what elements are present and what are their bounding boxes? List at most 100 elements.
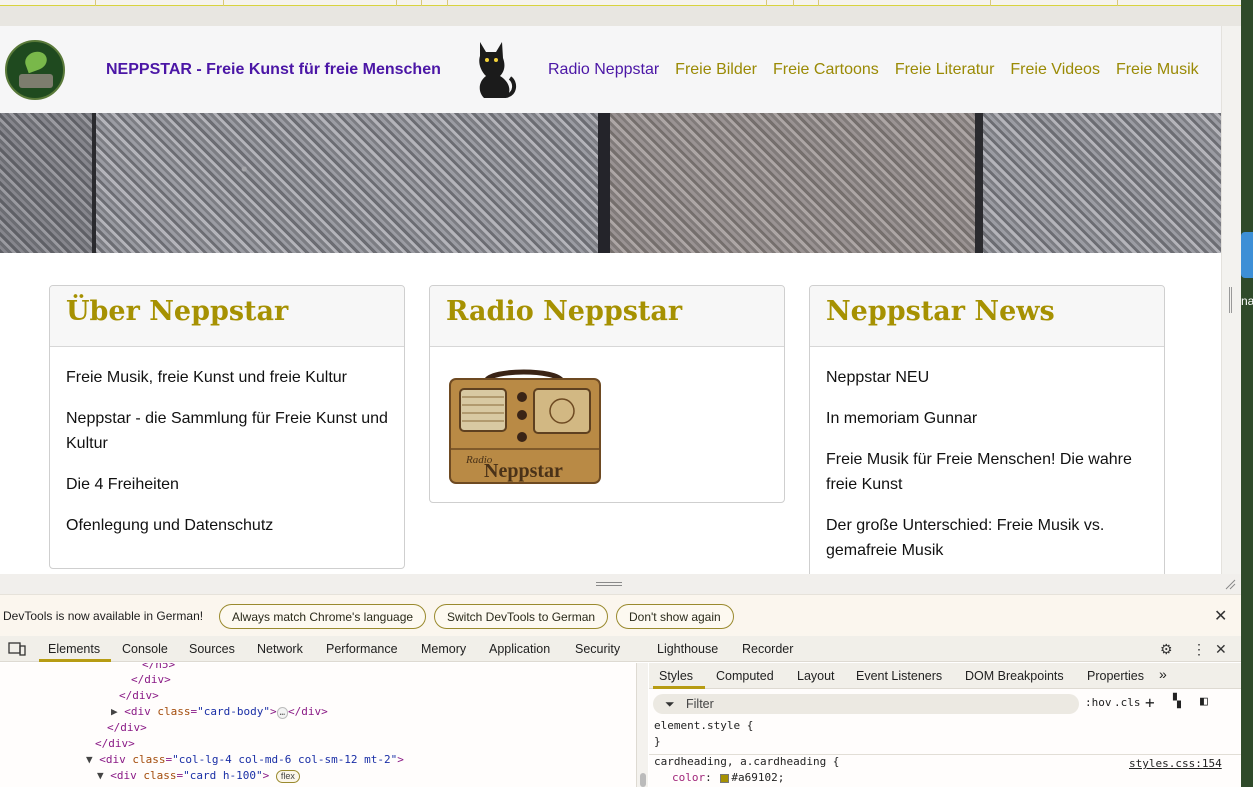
dom-tag: > (397, 753, 404, 766)
folder-icon[interactable] (1241, 232, 1253, 278)
tab-console[interactable]: Console (122, 642, 168, 656)
cls-toggle[interactable]: .cls (1114, 696, 1141, 709)
news-link[interactable]: Freie Musik für Freie Menschen! Die wahr… (826, 447, 1148, 497)
active-tab-indicator (653, 686, 705, 689)
hov-toggle[interactable]: :hov (1085, 696, 1112, 709)
dom-line[interactable]: </div> (119, 689, 159, 702)
nav-freie-literatur[interactable]: Freie Literatur (895, 61, 995, 79)
nav-freie-bilder[interactable]: Freie Bilder (675, 61, 757, 79)
collapse-arrow-icon[interactable]: ▼ (86, 753, 93, 766)
close-devtools-icon[interactable]: ✕ (1215, 641, 1227, 658)
desktop-label: na (1241, 294, 1253, 308)
css-value[interactable]: #a69102; (731, 771, 784, 784)
radio-base-icon (19, 74, 53, 88)
dont-show-again-button[interactable]: Don't show again (616, 604, 734, 629)
scroll-thumb[interactable] (640, 773, 646, 787)
news-link[interactable]: Neppstar NEU (826, 365, 1148, 390)
desktop-background: na (1241, 0, 1253, 787)
tab-sources[interactable]: Sources (189, 642, 235, 656)
stone-gap (598, 113, 610, 253)
dom-line[interactable]: ▼ <div class="card h-100"> flex (97, 769, 300, 783)
nav-radio-neppstar[interactable]: Radio Neppstar (548, 61, 659, 79)
card-heading[interactable]: Neppstar News (826, 296, 1148, 327)
dom-line[interactable]: </div> (107, 721, 147, 734)
paint-icon[interactable]: ▚ (1173, 694, 1181, 709)
tab-application[interactable]: Application (489, 642, 550, 656)
color-swatch[interactable] (720, 773, 730, 783)
tab-elements[interactable]: Elements (48, 642, 100, 656)
card-header: Radio Neppstar (430, 286, 784, 347)
switch-to-german-button[interactable]: Switch DevTools to German (434, 604, 609, 629)
card-link[interactable]: Freie Musik, freie Kunst und freie Kultu… (66, 365, 388, 390)
vintage-radio-image[interactable]: Radio Neppstar (446, 367, 601, 485)
always-match-language-button[interactable]: Always match Chrome's language (219, 604, 427, 629)
tab-separator (990, 0, 991, 6)
css-declaration[interactable]: color: #a69102; (672, 771, 784, 784)
nav-freie-videos[interactable]: Freie Videos (1010, 61, 1100, 79)
card-heading[interactable]: Über Neppstar (66, 296, 388, 327)
css-selector[interactable]: cardheading, a.cardheading { (654, 755, 839, 768)
radio-label-large: Neppstar (484, 460, 563, 482)
devtools-language-infobar: DevTools is now available in German! Alw… (0, 594, 1241, 636)
collapsed-ellipsis[interactable]: … (276, 707, 289, 719)
stone-block (610, 113, 980, 253)
tab-separator (1117, 0, 1118, 6)
close-icon[interactable]: ✕ (1214, 606, 1227, 626)
dom-tag: </h5> (142, 663, 176, 671)
card-link[interactable]: Ofenlegung und Datenschutz (66, 513, 388, 538)
tab-performance[interactable]: Performance (326, 642, 398, 656)
card-heading[interactable]: Radio Neppstar (446, 296, 768, 327)
card-link[interactable]: Die 4 Freiheiten (66, 472, 388, 497)
card-link[interactable]: Neppstar - die Sammlung für Freie Kunst … (66, 406, 388, 456)
new-rule-icon[interactable]: + (1145, 693, 1155, 712)
tab-dom-breakpoints[interactable]: DOM Breakpoints (965, 669, 1064, 683)
tab-strip-line (0, 0, 1253, 6)
stone-block (0, 113, 92, 253)
resize-corner-icon[interactable] (1224, 578, 1236, 590)
tab-lighthouse[interactable]: Lighthouse (657, 642, 718, 656)
expand-arrow-icon[interactable]: ▶ (111, 705, 118, 718)
more-options-icon[interactable]: ⋮ (1192, 641, 1206, 658)
css-property[interactable]: color (672, 771, 705, 784)
splitter-grip-icon[interactable] (596, 582, 622, 586)
tab-computed[interactable]: Computed (716, 669, 774, 683)
brand-title[interactable]: NEPPSTAR - Freie Kunst für freie Mensche… (106, 61, 441, 79)
dom-line[interactable]: ▼ <div class="col-lg-4 col-md-6 col-sm-1… (86, 753, 404, 766)
dom-line[interactable]: </h5> (142, 663, 175, 671)
nav-freie-musik[interactable]: Freie Musik (1116, 61, 1199, 79)
flex-badge[interactable]: flex (275, 770, 300, 783)
source-link[interactable]: styles.css:154 (1129, 757, 1222, 770)
tab-styles[interactable]: Styles (659, 669, 693, 683)
element-style-open[interactable]: element.style { (654, 719, 753, 732)
news-link[interactable]: Der große Unterschied: Freie Musik vs. g… (826, 513, 1148, 563)
dom-line[interactable]: ▶ <div class="card-body">… </div> (111, 705, 328, 719)
styles-pane: Styles Computed Layout Event Listeners D… (649, 663, 1241, 787)
devtools-splitter[interactable] (0, 574, 1241, 594)
scrollbar-grip[interactable] (1229, 287, 1232, 313)
news-link[interactable]: In memoriam Gunnar (826, 406, 1148, 431)
tab-network[interactable]: Network (257, 642, 303, 656)
stone-gap (92, 113, 96, 253)
tab-security[interactable]: Security (575, 642, 620, 656)
neppstar-logo[interactable] (5, 40, 65, 100)
tab-recorder[interactable]: Recorder (742, 642, 793, 656)
styles-filter-input[interactable]: ⏷ Filter (653, 694, 1079, 714)
tab-event-listeners[interactable]: Event Listeners (856, 669, 942, 683)
tab-properties[interactable]: Properties (1087, 669, 1144, 683)
elements-scrollbar[interactable] (636, 663, 648, 787)
styles-tabbar: Styles Computed Layout Event Listeners D… (649, 663, 1241, 689)
dom-attr-value: "card h-100" (183, 769, 263, 782)
dom-line[interactable]: </div> (131, 673, 171, 686)
more-tabs-icon[interactable]: » (1159, 666, 1167, 682)
device-toolbar-icon[interactable] (8, 642, 26, 656)
tab-layout[interactable]: Layout (797, 669, 835, 683)
collapse-arrow-icon[interactable]: ▼ (97, 769, 104, 782)
card-body: Radio Neppstar (430, 347, 784, 500)
tab-memory[interactable]: Memory (421, 642, 466, 656)
card-body: Neppstar NEU In memoriam Gunnar Freie Mu… (810, 347, 1164, 574)
gear-icon[interactable]: ⚙ (1160, 641, 1173, 658)
sidebar-toggle-icon[interactable]: ◧ (1200, 694, 1208, 709)
dom-line[interactable]: </div> (95, 737, 135, 750)
card-header: Neppstar News (810, 286, 1164, 347)
nav-freie-cartoons[interactable]: Freie Cartoons (773, 61, 879, 79)
